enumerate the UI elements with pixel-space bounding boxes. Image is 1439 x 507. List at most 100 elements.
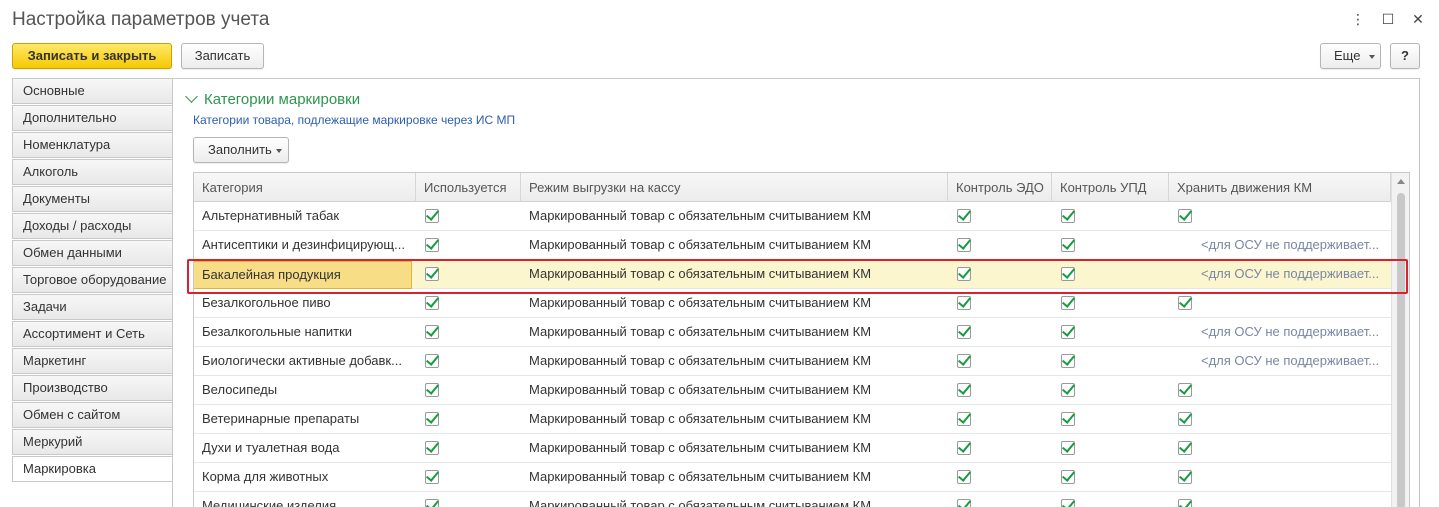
edo-control-checkbox[interactable] — [957, 383, 971, 397]
sidebar-item[interactable]: Основные — [12, 78, 173, 104]
edo-control-checkbox[interactable] — [957, 499, 971, 507]
sidebar-item[interactable]: Обмен с сайтом — [12, 402, 173, 428]
sidebar-item[interactable]: Доходы / расходы — [12, 213, 173, 239]
edo-control-checkbox[interactable] — [957, 238, 971, 252]
used-checkbox[interactable] — [425, 499, 439, 507]
maximize-icon[interactable]: ☐ — [1377, 8, 1399, 30]
more-vertical-icon[interactable]: ⋮ — [1347, 8, 1369, 30]
save-button[interactable]: Записать — [181, 43, 264, 69]
used-checkbox[interactable] — [425, 325, 439, 339]
used-checkbox[interactable] — [425, 441, 439, 455]
store-km-movements-checkbox[interactable] — [1178, 499, 1192, 507]
edo-control-checkbox[interactable] — [957, 325, 971, 339]
upload-mode-cell[interactable]: Маркированный товар с обязательным считы… — [521, 405, 948, 433]
sidebar-item[interactable]: Производство — [12, 375, 173, 401]
table-row[interactable]: Велосипеды Маркированный товар с обязател… — [194, 376, 1391, 405]
category-cell[interactable]: Корма для животных — [194, 463, 416, 491]
sidebar-item[interactable]: Маркетинг — [12, 348, 173, 374]
upd-control-checkbox[interactable] — [1061, 325, 1075, 339]
table-row[interactable]: Безалкогольные напитки Маркированный това… — [194, 318, 1391, 347]
upload-mode-cell[interactable]: Маркированный товар с обязательным считы… — [521, 260, 948, 288]
store-km-movements-checkbox[interactable] — [1178, 296, 1192, 310]
upd-control-checkbox[interactable] — [1061, 412, 1075, 426]
column-header[interactable]: Контроль ЭДО — [948, 173, 1052, 202]
category-cell[interactable]: Безалкогольные напитки — [194, 318, 416, 346]
table-row[interactable]: Корма для животных Маркированный товар с … — [194, 463, 1391, 492]
upload-mode-cell[interactable]: Маркированный товар с обязательным считы… — [521, 289, 948, 317]
store-km-movements-checkbox[interactable] — [1178, 209, 1192, 223]
category-cell[interactable]: Ветеринарные препараты — [194, 405, 416, 433]
category-cell[interactable]: Безалкогольное пиво — [194, 289, 416, 317]
edo-control-checkbox[interactable] — [957, 209, 971, 223]
category-cell[interactable]: Велосипеды — [194, 376, 416, 404]
sidebar-item[interactable]: Торговое оборудование — [12, 267, 173, 293]
used-checkbox[interactable] — [425, 383, 439, 397]
store-km-movements-checkbox[interactable] — [1178, 412, 1192, 426]
sidebar-item[interactable]: Документы — [12, 186, 173, 212]
upload-mode-cell[interactable]: Маркированный товар с обязательным считы… — [521, 463, 948, 491]
upload-mode-cell[interactable]: Маркированный товар с обязательным считы… — [521, 434, 948, 462]
table-row[interactable]: Ветеринарные препараты Маркированный това… — [194, 405, 1391, 434]
sidebar-item[interactable]: Меркурий — [12, 429, 173, 455]
store-km-movements-checkbox[interactable] — [1178, 470, 1192, 484]
used-checkbox[interactable] — [425, 470, 439, 484]
upd-control-checkbox[interactable] — [1061, 499, 1075, 507]
fill-button[interactable]: Заполнить — [193, 137, 289, 163]
upload-mode-cell[interactable]: Маркированный товар с обязательным считы… — [521, 347, 948, 375]
used-checkbox[interactable] — [425, 209, 439, 223]
vertical-scrollbar[interactable] — [1391, 173, 1409, 507]
category-cell[interactable]: Духи и туалетная вода — [194, 434, 416, 462]
sidebar-item[interactable]: Дополнительно — [12, 105, 173, 131]
upd-control-checkbox[interactable] — [1061, 209, 1075, 223]
edo-control-checkbox[interactable] — [957, 267, 971, 281]
table-row[interactable]: Антисептики и дезинфицирующ... Маркирован… — [194, 231, 1391, 260]
upd-control-checkbox[interactable] — [1061, 354, 1075, 368]
edo-control-checkbox[interactable] — [957, 296, 971, 310]
upd-control-checkbox[interactable] — [1061, 267, 1075, 281]
edo-control-checkbox[interactable] — [957, 412, 971, 426]
close-icon[interactable]: ✕ — [1407, 8, 1429, 30]
upd-control-checkbox[interactable] — [1061, 238, 1075, 252]
column-header[interactable]: Используется — [416, 173, 521, 202]
table-row[interactable]: Биологически активные добавк... Маркирова… — [194, 347, 1391, 376]
edo-control-checkbox[interactable] — [957, 354, 971, 368]
edo-control-checkbox[interactable] — [957, 441, 971, 455]
sidebar-item[interactable]: Алкоголь — [12, 159, 173, 185]
upload-mode-cell[interactable]: Маркированный товар с обязательным считы… — [521, 318, 948, 346]
column-header[interactable]: Контроль УПД — [1052, 173, 1169, 202]
store-km-movements-checkbox[interactable] — [1178, 441, 1192, 455]
used-checkbox[interactable] — [425, 296, 439, 310]
upd-control-checkbox[interactable] — [1061, 470, 1075, 484]
table-row[interactable]: Безалкогольное пиво Маркированный товар с… — [194, 289, 1391, 318]
category-cell[interactable]: Бакалейная продукция — [194, 261, 412, 289]
more-menu-button[interactable]: Еще — [1320, 43, 1381, 69]
used-checkbox[interactable] — [425, 412, 439, 426]
upload-mode-cell[interactable]: Маркированный товар с обязательным считы… — [521, 376, 948, 404]
upd-control-checkbox[interactable] — [1061, 441, 1075, 455]
table-row[interactable]: Бакалейная продукция Маркированный товар … — [194, 260, 1391, 289]
used-checkbox[interactable] — [425, 354, 439, 368]
table-row[interactable]: Духи и туалетная вода Маркированный товар… — [194, 434, 1391, 463]
sidebar-item[interactable]: Обмен данными — [12, 240, 173, 266]
upload-mode-cell[interactable]: Маркированный товар с обязательным считы… — [521, 492, 948, 507]
used-checkbox[interactable] — [425, 238, 439, 252]
help-button[interactable]: ? — [1390, 43, 1420, 69]
category-cell[interactable]: Антисептики и дезинфицирующ... — [194, 231, 416, 259]
save-and-close-button[interactable]: Записать и закрыть — [12, 43, 172, 69]
column-header[interactable]: Режим выгрузки на кассу — [521, 173, 948, 202]
upd-control-checkbox[interactable] — [1061, 296, 1075, 310]
scroll-up-icon[interactable] — [1397, 179, 1405, 184]
sidebar-item[interactable]: Задачи — [12, 294, 173, 320]
upload-mode-cell[interactable]: Маркированный товар с обязательным считы… — [521, 202, 948, 230]
sidebar-item[interactable]: Ассортимент и Сеть — [12, 321, 173, 347]
upload-mode-cell[interactable]: Маркированный товар с обязательным считы… — [521, 231, 948, 259]
sidebar-item[interactable]: Маркировка — [12, 456, 173, 482]
scrollbar-thumb[interactable] — [1397, 193, 1405, 507]
used-checkbox[interactable] — [425, 267, 439, 281]
category-cell[interactable]: Биологически активные добавк... — [194, 347, 416, 375]
edo-control-checkbox[interactable] — [957, 470, 971, 484]
table-row[interactable]: Альтернативный табак Маркированный товар … — [194, 202, 1391, 231]
category-cell[interactable]: Медицинские изделия — [194, 492, 416, 507]
table-row[interactable]: Медицинские изделия Маркированный товар с… — [194, 492, 1391, 507]
section-toggle-marking-categories[interactable]: Категории маркировки — [185, 90, 360, 108]
